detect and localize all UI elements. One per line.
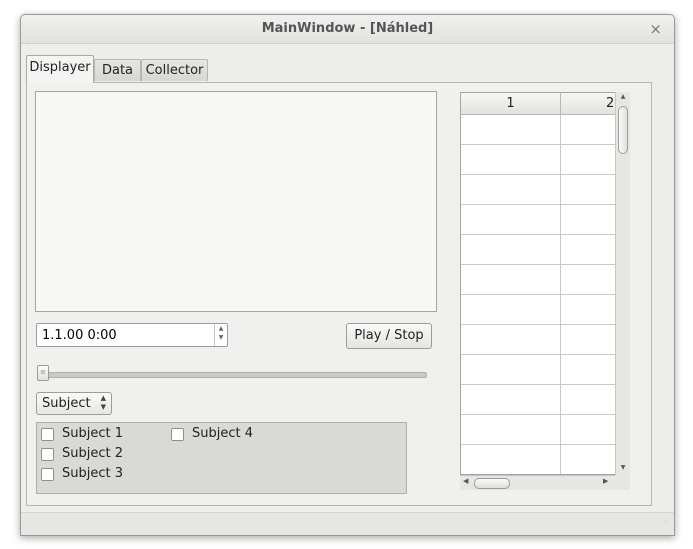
scroll-left-icon[interactable]: ◀ (463, 477, 468, 485)
tab-displayer[interactable]: Displayer (26, 55, 94, 83)
table-cell[interactable] (461, 295, 561, 325)
slider-handle[interactable]: ≡ (37, 365, 49, 381)
table-cell[interactable] (461, 145, 561, 175)
subject-select[interactable]: Subject ▲ ▼ (36, 392, 112, 415)
table-cell[interactable] (461, 415, 561, 445)
subject-checkbox-group: Subject 1 Subject 2 Subject 3 Subject 4 (36, 422, 407, 494)
resize-grip-icon[interactable]: ⁘ (25, 41, 31, 48)
checkbox-label: Subject 4 (192, 426, 254, 441)
scroll-right-icon[interactable]: ▶ (603, 477, 608, 485)
table-cell[interactable] (461, 445, 561, 474)
table-row[interactable] (461, 385, 629, 415)
scrollbar-corner (615, 475, 630, 490)
title-bar[interactable]: MainWindow - [Náhled] × ⁘ (21, 15, 674, 48)
table-row[interactable] (461, 415, 629, 445)
checkbox-box[interactable] (41, 428, 54, 441)
data-table[interactable]: 1 2 (460, 92, 630, 475)
time-input[interactable] (37, 324, 218, 346)
horizontal-scroll-thumb[interactable] (474, 478, 510, 489)
table-cell[interactable] (461, 325, 561, 355)
table-row[interactable] (461, 355, 629, 385)
checkbox-label: Subject 3 (62, 466, 124, 481)
spin-up-icon[interactable]: ▲ (215, 324, 227, 333)
table-cell[interactable] (461, 175, 561, 205)
table-row[interactable] (461, 445, 629, 474)
table-row[interactable] (461, 295, 629, 325)
scroll-up-icon[interactable]: ▲ (616, 93, 630, 100)
checkbox-box[interactable] (41, 448, 54, 461)
tab-collector[interactable]: Collector (141, 59, 208, 81)
scroll-down-icon[interactable]: ▼ (616, 464, 630, 471)
subject-select-value: Subject (42, 396, 91, 411)
window-title: MainWindow - [Náhled] (261, 21, 434, 36)
table-cell[interactable] (461, 385, 561, 415)
checkbox-box[interactable] (171, 428, 184, 441)
spin-down-icon[interactable]: ▼ (215, 333, 227, 342)
status-bar: ⁘ (21, 512, 674, 535)
checkbox-box[interactable] (41, 468, 54, 481)
column-header-1[interactable]: 1 (461, 93, 561, 115)
table-cell[interactable] (461, 355, 561, 385)
display-area[interactable] (35, 91, 437, 312)
table-row[interactable] (461, 205, 629, 235)
displayer-panel: ▲ ▼ Play / Stop ≡ Subject ▲▼ Subject 1 S… (26, 82, 652, 506)
resize-grip-icon[interactable]: ⁘ (662, 520, 668, 527)
time-spinbox[interactable]: ▲ ▼ (36, 323, 228, 347)
main-window: MainWindow - [Náhled] × ⁘ Displayer Data… (20, 14, 675, 536)
vertical-scrollbar[interactable]: ▲ ▼ (615, 92, 630, 475)
table-cell[interactable] (461, 115, 561, 145)
table-cell[interactable] (461, 265, 561, 295)
tab-data[interactable]: Data (94, 59, 141, 81)
table-row[interactable] (461, 175, 629, 205)
horizontal-scrollbar[interactable]: ◀ ▶ (460, 475, 615, 490)
updown-arrows-icon: ▲ ▼ (100, 394, 106, 411)
close-icon[interactable]: × (649, 20, 662, 38)
vertical-scroll-thumb[interactable] (618, 106, 628, 154)
checkbox-label: Subject 2 (62, 446, 124, 461)
table-cell[interactable] (461, 205, 561, 235)
table-row[interactable] (461, 265, 629, 295)
checkbox-label: Subject 1 (62, 426, 124, 441)
table-row[interactable] (461, 235, 629, 265)
play-stop-button[interactable]: Play / Stop (346, 323, 432, 349)
table-cell[interactable] (461, 235, 561, 265)
table-row[interactable] (461, 115, 629, 145)
table-row[interactable] (461, 145, 629, 175)
time-spin-buttons[interactable]: ▲ ▼ (214, 324, 227, 346)
timeline-slider[interactable] (39, 372, 427, 378)
table-row[interactable] (461, 325, 629, 355)
